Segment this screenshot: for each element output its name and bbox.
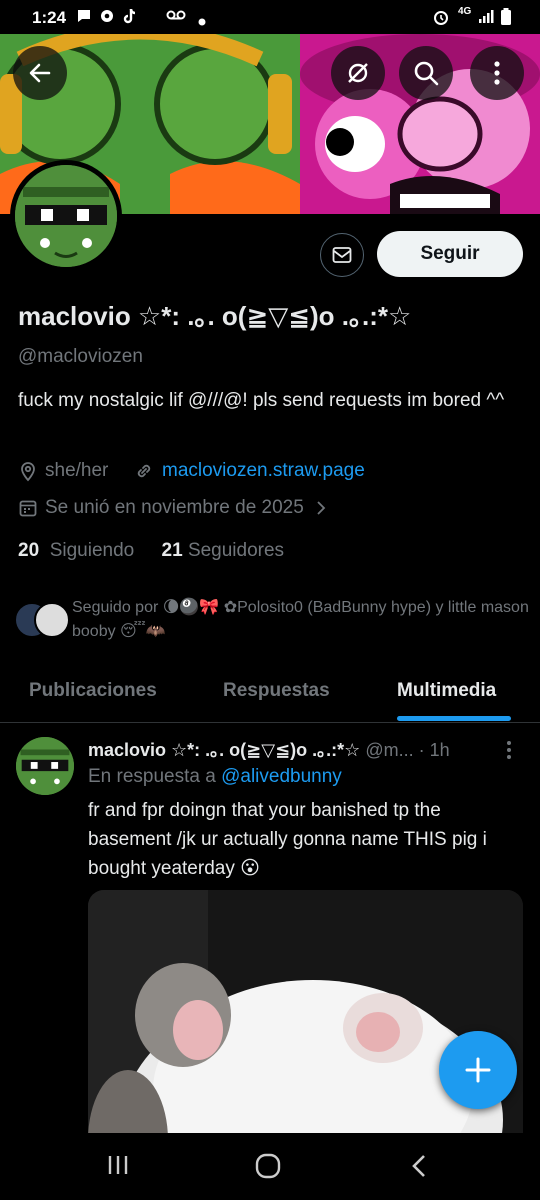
status-bar: 1:24 4G xyxy=(0,0,540,34)
plus-icon xyxy=(465,1057,491,1083)
calendar-icon xyxy=(19,500,37,517)
settings-notification-icon xyxy=(99,8,115,29)
post-author-avatar[interactable] xyxy=(16,737,74,795)
tab-multimedia[interactable]: Multimedia xyxy=(397,680,496,702)
post-more-button[interactable] xyxy=(505,740,513,765)
tab-publicaciones[interactable]: Publicaciones xyxy=(29,680,157,702)
recent-apps-icon xyxy=(108,1156,128,1174)
follower-avatar-2 xyxy=(34,602,70,638)
profile-handle: @macloviozen xyxy=(18,346,143,367)
followed-by-avatars[interactable] xyxy=(14,600,70,638)
battery-icon xyxy=(500,8,512,31)
joined-row[interactable]: Se unió en noviembre de 2025 xyxy=(18,497,326,519)
dot-icon xyxy=(198,13,206,31)
home-button[interactable] xyxy=(255,1153,281,1184)
mail-icon xyxy=(332,247,352,263)
post-time: · 1h xyxy=(418,740,450,760)
network-type-label: 4G xyxy=(458,6,472,17)
following-count: 20 xyxy=(18,540,40,561)
avatar-image xyxy=(15,165,117,267)
profile-tabs: Publicaciones Respuestas Multimedia xyxy=(0,664,540,723)
search-button[interactable] xyxy=(399,46,453,100)
kebab-menu-icon xyxy=(494,61,500,85)
active-tab-indicator xyxy=(397,716,511,721)
profile-bio: fuck my nostalgic lif @///@! pls send re… xyxy=(18,390,505,411)
followed-by-text[interactable]: Seguido por 🌘🎱🎀 ✿Polosito0 (BadBunny hyp… xyxy=(72,596,540,644)
compose-post-button[interactable] xyxy=(439,1031,517,1109)
chevron-left-icon xyxy=(412,1155,425,1177)
link-icon xyxy=(137,464,151,478)
android-nav-bar xyxy=(0,1133,540,1200)
pronouns-text: she/her xyxy=(45,460,109,481)
grok-button[interactable] xyxy=(331,46,385,100)
recent-apps-button[interactable] xyxy=(106,1153,130,1182)
follow-counts: 20 Siguiendo 21 Seguidores xyxy=(18,540,284,562)
followed-by-prefix: Seguido por xyxy=(72,599,159,616)
alarm-icon xyxy=(432,8,450,31)
following-label: Siguiendo xyxy=(49,540,135,561)
kebab-menu-icon xyxy=(507,741,511,759)
location-icon xyxy=(21,462,35,482)
profile-avatar[interactable] xyxy=(10,160,122,272)
reply-to-link[interactable]: @alivedbunny xyxy=(221,766,342,787)
post-author-handle[interactable]: @m... xyxy=(365,740,413,760)
post-author-name[interactable]: maclovio ☆*: .｡. o(≧▽≦)o .｡.:*☆ xyxy=(88,740,360,760)
home-icon xyxy=(255,1153,281,1179)
followers-label: Seguidores xyxy=(187,540,285,561)
follow-button[interactable]: Seguir xyxy=(377,231,523,277)
chat-notification-icon xyxy=(76,8,92,29)
followers-link[interactable]: 21 Seguidores xyxy=(162,540,285,561)
grok-icon xyxy=(348,63,368,83)
post-avatar-image xyxy=(16,737,74,795)
tiktok-notification-icon xyxy=(122,8,138,30)
joined-text: Se unió en noviembre de 2025 xyxy=(45,497,304,518)
followers-count: 21 xyxy=(161,540,183,561)
post-text: fr and fpr doingn that your banished tp … xyxy=(88,800,487,879)
website-row[interactable]: macloviozen.straw.page xyxy=(134,460,365,482)
reply-prefix: En respuesta a xyxy=(88,766,216,787)
following-link[interactable]: 20 Siguiendo xyxy=(18,540,134,561)
voicemail-icon xyxy=(166,8,186,27)
back-button[interactable] xyxy=(13,46,67,100)
post-header: maclovio ☆*: .｡. o(≧▽≦)o .｡.:*☆ @m... · … xyxy=(88,736,450,762)
message-button[interactable] xyxy=(320,233,364,277)
website-link[interactable]: macloviozen.straw.page xyxy=(162,460,365,482)
arrow-left-icon xyxy=(29,63,51,83)
search-icon xyxy=(414,61,439,86)
more-options-button[interactable] xyxy=(470,46,524,100)
tab-respuestas[interactable]: Respuestas xyxy=(223,680,330,702)
reply-context: En respuesta a @alivedbunny xyxy=(88,766,342,788)
system-back-button[interactable] xyxy=(410,1153,428,1184)
status-time: 1:24 xyxy=(32,8,67,27)
pronouns-row: she/her xyxy=(18,460,108,482)
signal-icon xyxy=(478,8,494,29)
chevron-right-icon xyxy=(317,501,326,515)
profile-name: maclovio ☆*: .｡. o(≧▽≦)o .｡.:*☆ xyxy=(18,301,412,331)
